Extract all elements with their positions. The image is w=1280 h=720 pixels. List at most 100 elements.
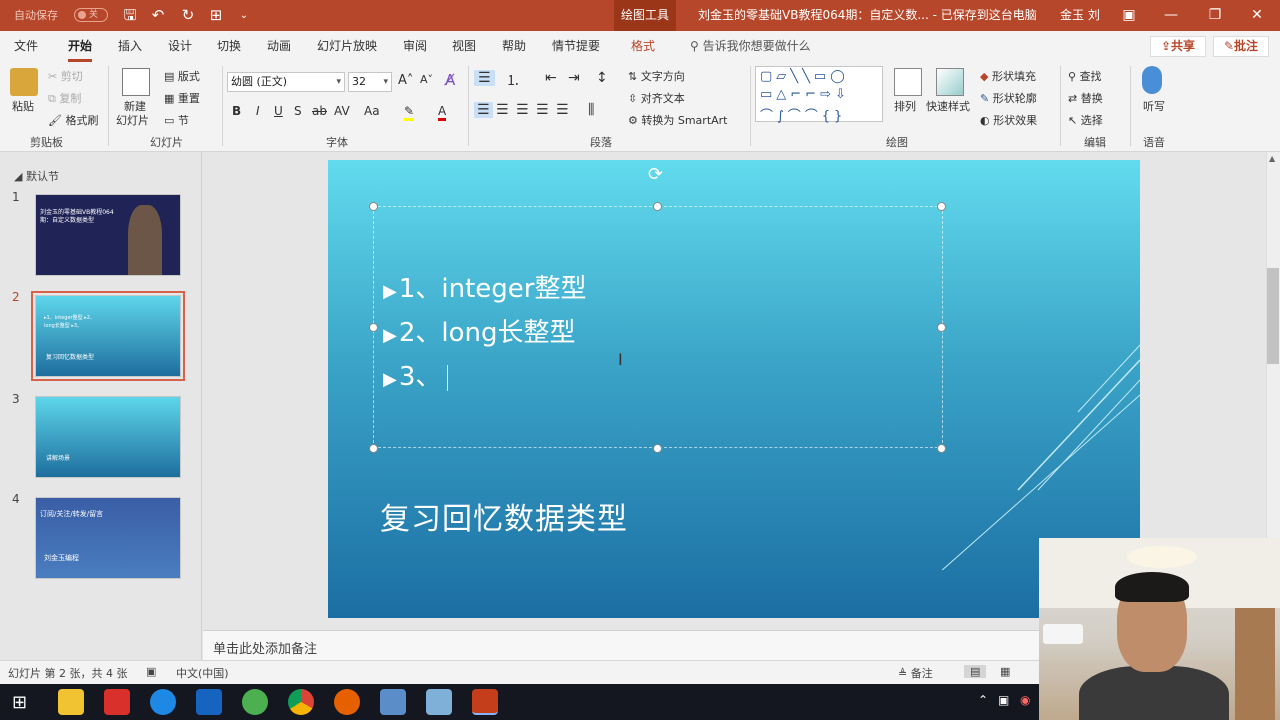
- bullets-icon[interactable]: ☰: [474, 70, 495, 86]
- tab-home[interactable]: 开始: [68, 31, 93, 62]
- 360-browser-icon[interactable]: [242, 689, 268, 715]
- highlight-icon[interactable]: ✎: [404, 104, 415, 121]
- new-slide-dropdown[interactable]: 幻灯片: [116, 112, 149, 128]
- paste-button[interactable]: 粘贴: [12, 98, 34, 114]
- increase-indent-icon[interactable]: ⇥: [568, 70, 580, 86]
- tray-app-icon[interactable]: ◉: [1020, 693, 1030, 707]
- tray-expand-icon[interactable]: ⌃: [978, 693, 988, 707]
- font-size-combo[interactable]: 32: [348, 72, 392, 92]
- layout-button[interactable]: ▤ 版式: [164, 68, 200, 84]
- underline-icon[interactable]: U: [274, 104, 283, 118]
- change-case-icon[interactable]: Aa: [364, 104, 380, 118]
- resize-handle-e[interactable]: [937, 323, 946, 332]
- resize-handle-nw[interactable]: [369, 202, 378, 211]
- format-painter-button[interactable]: 🖌 格式刷: [48, 112, 98, 128]
- language-indicator[interactable]: 中文(中国): [176, 665, 229, 681]
- justify-icon[interactable]: ☰: [536, 102, 549, 118]
- slide-thumbnail-3[interactable]: 讲解场景: [35, 396, 181, 478]
- scrollbar-thumb[interactable]: [1267, 268, 1279, 364]
- arrange-icon[interactable]: [894, 68, 922, 96]
- clear-format-icon[interactable]: A̸: [445, 71, 455, 89]
- bullet-item-2[interactable]: ▶2、long长整型: [383, 312, 576, 349]
- tab-file[interactable]: 文件: [14, 31, 38, 62]
- ie-browser-icon[interactable]: [150, 689, 176, 715]
- close-icon[interactable]: ✕: [1236, 0, 1278, 31]
- windows-start-icon[interactable]: ⊞: [12, 692, 27, 713]
- align-right-icon[interactable]: ☰: [516, 102, 529, 118]
- paste-icon[interactable]: [10, 68, 38, 96]
- numbering-icon[interactable]: ⒈: [506, 70, 520, 90]
- arrange-button[interactable]: 排列: [894, 98, 916, 114]
- microphone-icon[interactable]: [1142, 66, 1162, 94]
- tab-insert[interactable]: 插入: [118, 31, 142, 62]
- minimize-icon[interactable]: —: [1150, 0, 1192, 31]
- italic-icon[interactable]: I: [256, 104, 260, 118]
- line-spacing-icon[interactable]: ↕: [596, 70, 608, 86]
- strikethrough-icon[interactable]: ab: [312, 104, 327, 118]
- dictate-button[interactable]: 听写: [1143, 98, 1165, 114]
- tab-storyboard[interactable]: 情节提要: [552, 31, 600, 62]
- shape-effects-button[interactable]: ◐ 形状效果: [980, 112, 1037, 128]
- file-explorer-icon[interactable]: [58, 689, 84, 715]
- notes-toggle-button[interactable]: ≜ 备注: [898, 665, 933, 681]
- scroll-up-icon[interactable]: ▲: [1269, 154, 1275, 163]
- user-name[interactable]: 金玉 刘: [1060, 0, 1100, 31]
- smartart-button[interactable]: ⚙ 转换为 SmartArt: [628, 112, 728, 128]
- restore-icon[interactable]: ❐: [1194, 0, 1236, 31]
- powerpoint-icon[interactable]: [472, 689, 498, 715]
- font-name-combo[interactable]: 幼圆 (正文): [227, 72, 345, 92]
- tab-help[interactable]: 帮助: [502, 31, 526, 62]
- resize-handle-se[interactable]: [937, 444, 946, 453]
- spellcheck-icon[interactable]: ▣: [146, 665, 156, 678]
- resize-handle-sw[interactable]: [369, 444, 378, 453]
- columns-icon[interactable]: ⫼: [588, 102, 594, 118]
- tab-slideshow[interactable]: 幻灯片放映: [317, 31, 377, 62]
- select-button[interactable]: ↖ 选择: [1068, 112, 1103, 128]
- bullet-item-1[interactable]: ▶1、integer整型: [383, 268, 586, 305]
- shapes-gallery[interactable]: ▢▱╲╲▭◯ ▭△⌐⌐⇨⇩ ⌒∫⌒⌒{}: [755, 66, 883, 124]
- customize-qa-icon[interactable]: ⌄: [233, 0, 255, 31]
- tab-review[interactable]: 审阅: [403, 31, 427, 62]
- section-button[interactable]: ▭ 节: [164, 112, 189, 128]
- ribbon-display-icon[interactable]: ▣: [1108, 0, 1150, 31]
- save-icon[interactable]: 🖫: [119, 0, 141, 31]
- align-left-icon[interactable]: ☰: [474, 102, 493, 118]
- slide-sorter-icon[interactable]: ▦: [1000, 665, 1010, 678]
- quick-styles-icon[interactable]: [936, 68, 964, 96]
- youdao-dict-icon[interactable]: [104, 689, 130, 715]
- present-icon[interactable]: ⊞: [205, 0, 227, 31]
- tab-animations[interactable]: 动画: [267, 31, 291, 62]
- bold-icon[interactable]: B: [232, 104, 241, 118]
- shrink-font-icon[interactable]: A˅: [420, 73, 433, 86]
- grow-font-icon[interactable]: A˄: [398, 73, 413, 88]
- shadow-icon[interactable]: S: [294, 104, 302, 118]
- slide-thumbnail-2[interactable]: ▸1、integer整型 ▸2、long长整型 ▸3、 复习回忆数据类型: [31, 291, 185, 381]
- copy-button[interactable]: ⧉ 复制: [48, 90, 81, 106]
- decrease-indent-icon[interactable]: ⇤: [545, 70, 557, 86]
- remote-desktop-icon[interactable]: [380, 689, 406, 715]
- resize-handle-n[interactable]: [653, 202, 662, 211]
- tell-me-box[interactable]: ⚲ 告诉我你想要做什么: [690, 31, 811, 61]
- share-button[interactable]: ⇪共享: [1150, 36, 1206, 57]
- find-button[interactable]: ⚲ 查找: [1068, 68, 1102, 84]
- tab-format[interactable]: 格式: [631, 31, 655, 62]
- bullet-item-3[interactable]: ▶3、: [383, 356, 449, 393]
- quick-styles-button[interactable]: 快速样式: [926, 98, 970, 114]
- slide-subtitle[interactable]: 复习回忆数据类型: [380, 494, 628, 538]
- resize-handle-ne[interactable]: [937, 202, 946, 211]
- shape-outline-button[interactable]: ✎ 形状轮廓: [980, 90, 1037, 106]
- reset-button[interactable]: ▦ 重置: [164, 90, 200, 106]
- section-header[interactable]: ◢ 默认节: [14, 168, 59, 184]
- tab-view[interactable]: 视图: [452, 31, 476, 62]
- align-text-button[interactable]: ⇳ 对齐文本: [628, 90, 685, 106]
- redo-icon[interactable]: ↻: [177, 0, 199, 31]
- char-spacing-icon[interactable]: AV: [334, 104, 350, 118]
- font-color-icon[interactable]: A: [438, 104, 447, 121]
- chrome-icon[interactable]: [288, 689, 314, 715]
- current-slide[interactable]: ⟳ ▶1、integer整型 ▶2、long长整型 ▶3、 复习回忆数据类型 I: [328, 160, 1140, 618]
- tab-design[interactable]: 设计: [168, 31, 192, 62]
- edge-browser-icon[interactable]: [196, 689, 222, 715]
- cut-button[interactable]: ✂ 剪切: [48, 68, 83, 84]
- replace-button[interactable]: ⇄ 替换: [1068, 90, 1103, 106]
- comments-button[interactable]: ✎批注: [1213, 36, 1269, 57]
